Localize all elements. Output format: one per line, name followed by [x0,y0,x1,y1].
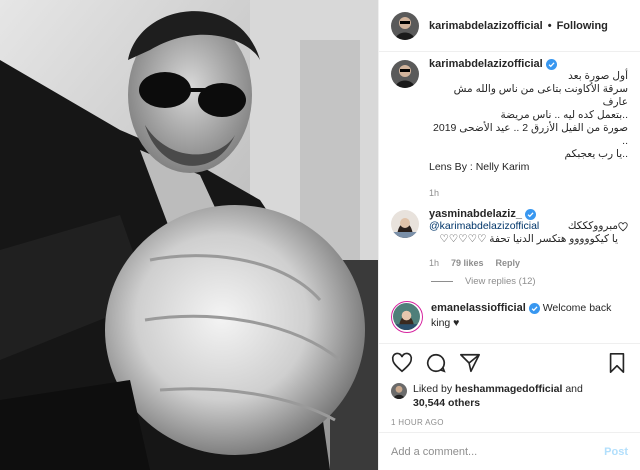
caption-line: أول صورة بعد [568,70,628,82]
heart-icon[interactable] [391,352,413,374]
caption-line: صورة من الفيل الأزرق 2 .. عيد الأضحى 201… [433,122,628,147]
avatar [393,303,420,330]
liked-by-prefix: Liked by [413,383,453,395]
caption-time: 1h [429,188,440,198]
post-photo[interactable] [0,0,378,470]
caption: karimabdelazizofficial أول صورة بعد سرقة… [391,58,628,198]
post-side-panel: karimabdelazizofficial • Following karim… [378,0,640,470]
instagram-post: karimabdelazizofficial • Following karim… [0,0,640,470]
comment: emanelassiofficial Welcome back king ♥ [391,301,628,333]
header-username[interactable]: karimabdelazizofficial [429,20,543,32]
comment: yasminabdelaziz_ @karimabdelazizofficial… [391,208,628,268]
post-timestamp[interactable]: 1 HOUR AGO [391,418,628,427]
heart-icon[interactable] [618,222,628,232]
caption-username[interactable]: karimabdelazizofficial [429,58,543,70]
post-header: karimabdelazizofficial • Following [379,0,640,52]
following-button[interactable]: Following [557,20,608,32]
reply-button[interactable]: Reply [496,258,521,268]
comments-list[interactable]: karimabdelazizofficial أول صورة بعد سرقة… [379,58,640,348]
liked-by-user[interactable]: heshammagedofficial [455,383,562,395]
add-comment-bar: Post [379,432,640,470]
caption-credit: Lens By : Nelly Karim [429,161,530,173]
caption-line: ..بتعمل كده ليه .. ناس مريضة [500,109,628,121]
divider-line [431,281,453,282]
comment-text-line: يا كيكووووو هتكسر الدنيا تحفة ♡♡♡♡♡ [439,233,618,245]
post-photo-image [0,0,378,470]
bookmark-icon[interactable] [606,352,628,374]
caption-line: ..يا رب يعجبكم [564,148,628,160]
verified-badge-icon [545,58,557,70]
likes-summary: Liked by heshammagedofficial and 30,544 … [391,382,628,410]
avatar[interactable] [391,383,407,399]
story-ring[interactable] [391,301,423,333]
verified-badge-icon [524,208,536,220]
post-button[interactable]: Post [604,446,628,458]
comment-time: 1h [429,258,440,268]
comment-icon[interactable] [425,352,447,374]
liked-by-and: and [565,383,583,395]
comment-likes[interactable]: 79 likes [451,258,484,268]
caption-line: سرقة الأكاونت بتاعى من ناس والله مش عارف [453,83,628,108]
share-icon[interactable] [459,352,481,374]
separator-dot: • [547,19,552,32]
avatar[interactable] [391,11,419,40]
comment-text: مبرووكككك [567,220,618,232]
comment-username[interactable]: emanelassiofficial [431,301,526,316]
comment-mention[interactable]: @karimabdelazizofficial [429,220,539,233]
avatar[interactable] [391,210,419,238]
post-actions: Liked by heshammagedofficial and 30,544 … [379,343,640,427]
comment-username[interactable]: yasminabdelaziz_ [429,208,522,220]
view-replies-label: View replies (12) [465,276,536,287]
avatar[interactable] [391,60,419,88]
view-replies-button[interactable]: View replies (12) [431,276,628,287]
comment-input[interactable] [391,445,605,458]
liked-by-others[interactable]: 30,544 others [413,397,480,409]
verified-badge-icon [528,303,540,314]
